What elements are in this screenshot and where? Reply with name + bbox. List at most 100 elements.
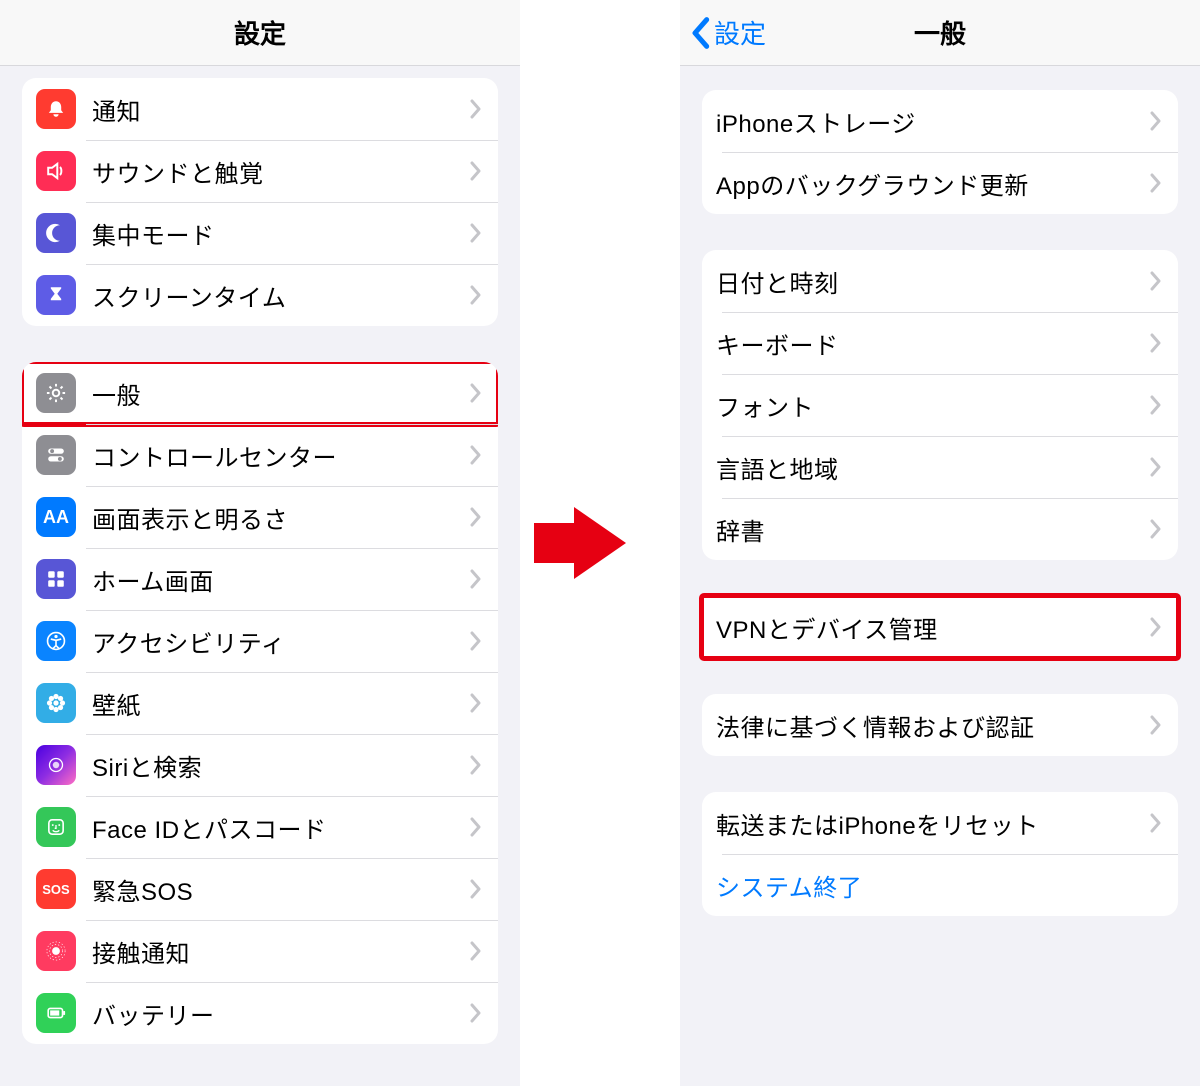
- row-battery[interactable]: バッテリー: [22, 982, 498, 1044]
- row-label: Siriと検索: [92, 748, 470, 783]
- general-group: 日付と時刻キーボードフォント言語と地域辞書: [702, 250, 1178, 560]
- row-general[interactable]: 一般: [22, 362, 498, 424]
- row-wallpaper[interactable]: 壁紙: [22, 672, 498, 734]
- general-list: iPhoneストレージ Appのバックグラウンド更新日付と時刻キーボードフォント言…: [680, 66, 1200, 1086]
- exposure-icon: [36, 931, 76, 971]
- row-control[interactable]: コントロールセンター: [22, 424, 498, 486]
- row-label: 言語と地域: [716, 450, 1150, 485]
- siri-icon: [36, 745, 76, 785]
- chevron-right-icon: [470, 693, 482, 713]
- aa-icon: AA: [36, 497, 76, 537]
- transition-arrow: [520, 0, 680, 1086]
- row-accessibility[interactable]: アクセシビリティ: [22, 610, 498, 672]
- chevron-right-icon: [470, 507, 482, 527]
- back-label: 設定: [714, 14, 766, 51]
- row-label: 接触通知: [92, 934, 470, 969]
- row-label: バッテリー: [92, 996, 470, 1031]
- row-label: サウンドと触覚: [92, 154, 470, 189]
- moon-icon: [36, 213, 76, 253]
- grid-icon: [36, 559, 76, 599]
- row-transfer[interactable]: 転送またはiPhoneをリセット: [702, 792, 1178, 854]
- settings-group: 一般コントロールセンター AA 画面表示と明るさホーム画面アクセシビリティ壁紙 Sir…: [22, 362, 498, 1044]
- row-fonts[interactable]: フォント: [702, 374, 1178, 436]
- row-screentime[interactable]: スクリーンタイム: [22, 264, 498, 326]
- row-label: iPhoneストレージ: [716, 104, 1150, 139]
- chevron-right-icon: [1150, 715, 1162, 735]
- speaker-icon: [36, 151, 76, 191]
- chevron-right-icon: [470, 285, 482, 305]
- row-label: 辞書: [716, 512, 1150, 547]
- row-siri[interactable]: Siriと検索: [22, 734, 498, 796]
- row-datetime[interactable]: 日付と時刻: [702, 250, 1178, 312]
- settings-screen: 設定 通知サウンドと触覚集中モードスクリーンタイム一般コントロールセンター AA 画…: [0, 0, 520, 1086]
- row-label: 通知: [92, 92, 470, 127]
- chevron-right-icon: [470, 569, 482, 589]
- row-focus[interactable]: 集中モード: [22, 202, 498, 264]
- row-label: システム終了: [716, 868, 1162, 903]
- row-faceid[interactable]: Face IDとパスコード: [22, 796, 498, 858]
- row-label: コントロールセンター: [92, 438, 470, 473]
- chevron-right-icon: [1150, 457, 1162, 477]
- chevron-right-icon: [1150, 395, 1162, 415]
- general-group: 法律に基づく情報および認証: [702, 694, 1178, 756]
- chevron-right-icon: [470, 879, 482, 899]
- chevron-right-icon: [1150, 111, 1162, 131]
- chevron-right-icon: [1150, 617, 1162, 637]
- accessibility-icon: [36, 621, 76, 661]
- row-label: 日付と時刻: [716, 264, 1150, 299]
- chevron-right-icon: [1150, 333, 1162, 353]
- row-label: 集中モード: [92, 216, 470, 251]
- chevron-right-icon: [470, 817, 482, 837]
- row-sos[interactable]: SOS緊急SOS: [22, 858, 498, 920]
- chevron-right-icon: [470, 99, 482, 119]
- navbar-settings: 設定: [0, 0, 520, 66]
- chevron-right-icon: [470, 941, 482, 961]
- row-dict[interactable]: 辞書: [702, 498, 1178, 560]
- row-bgref[interactable]: Appのバックグラウンド更新: [702, 152, 1178, 214]
- arrow-right-icon: [574, 507, 626, 579]
- row-label: 緊急SOS: [92, 872, 470, 907]
- row-label: 画面表示と明るさ: [92, 500, 470, 535]
- page-title: 一般: [914, 14, 966, 51]
- row-label: アクセシビリティ: [92, 624, 470, 659]
- row-exposure[interactable]: 接触通知: [22, 920, 498, 982]
- gear-icon: [36, 373, 76, 413]
- settings-list: 通知サウンドと触覚集中モードスクリーンタイム一般コントロールセンター AA 画面表示…: [0, 66, 520, 1086]
- general-group: 転送またはiPhoneをリセットシステム終了: [702, 792, 1178, 916]
- row-display[interactable]: AA 画面表示と明るさ: [22, 486, 498, 548]
- page-title: 設定: [234, 14, 286, 51]
- chevron-left-icon: [690, 16, 710, 50]
- chevron-right-icon: [1150, 271, 1162, 291]
- row-lang[interactable]: 言語と地域: [702, 436, 1178, 498]
- general-screen: 設定 一般 iPhoneストレージ Appのバックグラウンド更新日付と時刻キーボー…: [680, 0, 1200, 1086]
- row-shutdown[interactable]: システム終了: [702, 854, 1178, 916]
- general-group: iPhoneストレージ Appのバックグラウンド更新: [702, 90, 1178, 214]
- chevron-right-icon: [470, 755, 482, 775]
- bell-icon: [36, 89, 76, 129]
- chevron-right-icon: [470, 383, 482, 403]
- row-label: VPNとデバイス管理: [716, 610, 1150, 645]
- row-vpn[interactable]: VPNとデバイス管理: [702, 596, 1178, 658]
- row-label: 転送またはiPhoneをリセット: [716, 806, 1150, 841]
- row-label: フォント: [716, 388, 1150, 423]
- row-notifications[interactable]: 通知: [22, 78, 498, 140]
- faceid-icon: [36, 807, 76, 847]
- row-label: 壁紙: [92, 686, 470, 721]
- chevron-right-icon: [470, 1003, 482, 1023]
- navbar-general: 設定 一般: [680, 0, 1200, 66]
- row-label: ホーム画面: [92, 562, 470, 597]
- flower-icon: [36, 683, 76, 723]
- back-button[interactable]: 設定: [690, 0, 766, 65]
- row-label: 一般: [92, 376, 470, 411]
- chevron-right-icon: [1150, 813, 1162, 833]
- chevron-right-icon: [470, 445, 482, 465]
- row-storage[interactable]: iPhoneストレージ: [702, 90, 1178, 152]
- row-label: 法律に基づく情報および認証: [716, 708, 1150, 743]
- row-legal[interactable]: 法律に基づく情報および認証: [702, 694, 1178, 756]
- settings-group: 通知サウンドと触覚集中モードスクリーンタイム: [22, 78, 498, 326]
- row-home[interactable]: ホーム画面: [22, 548, 498, 610]
- general-group: VPNとデバイス管理: [702, 596, 1178, 658]
- chevron-right-icon: [1150, 173, 1162, 193]
- row-keyboard[interactable]: キーボード: [702, 312, 1178, 374]
- row-sound[interactable]: サウンドと触覚: [22, 140, 498, 202]
